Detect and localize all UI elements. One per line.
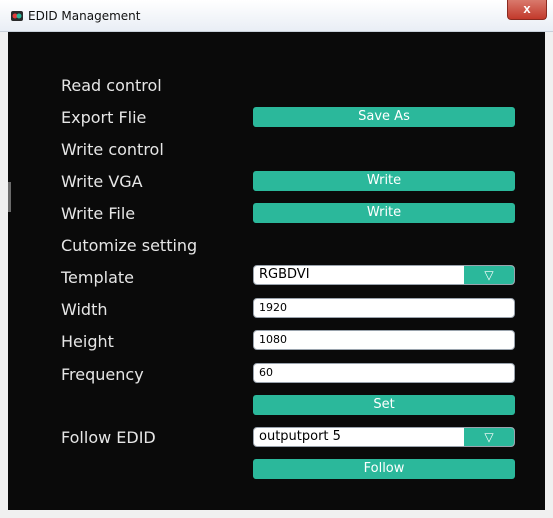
app-logo-icon: [11, 11, 23, 21]
read-control-heading: Read control: [61, 76, 162, 95]
export-file-label: Export Flie: [61, 108, 147, 127]
height-label: Height: [61, 332, 114, 351]
write-vga-label: Write VGA: [61, 172, 143, 191]
template-select[interactable]: RGBDVI ▽: [253, 265, 515, 285]
customize-setting-heading: Cutomize setting: [61, 236, 198, 255]
content-panel: Read control Export Flie Save As Write c…: [8, 32, 545, 492]
edid-management-window: EDID Management x Read control Export Fl…: [0, 0, 553, 518]
follow-button[interactable]: Follow: [253, 459, 515, 479]
save-as-button[interactable]: Save As: [253, 107, 515, 127]
chevron-down-icon[interactable]: ▽: [464, 266, 514, 284]
set-button[interactable]: Set: [253, 395, 515, 415]
frequency-label: Frequency: [61, 365, 144, 384]
title-bar[interactable]: EDID Management x: [0, 0, 553, 32]
write-file-button[interactable]: Write: [253, 203, 515, 223]
template-select-value: RGBDVI: [259, 267, 310, 282]
window-title: EDID Management: [28, 9, 141, 23]
scrollbar[interactable]: [8, 182, 11, 212]
content-panel-bottom: [8, 492, 545, 510]
follow-edid-label: Follow EDID: [61, 428, 156, 447]
write-vga-button[interactable]: Write: [253, 171, 515, 191]
height-input[interactable]: 1080: [253, 330, 515, 350]
follow-edid-select[interactable]: outputport 5 ▽: [253, 427, 515, 447]
write-file-label: Write File: [61, 204, 136, 223]
window-frame-left: [0, 32, 8, 510]
window-frame-right: [545, 32, 553, 510]
write-control-heading: Write control: [61, 140, 164, 159]
width-input[interactable]: 1920: [253, 298, 515, 318]
follow-edid-select-value: outputport 5: [259, 429, 341, 444]
template-label: Template: [61, 268, 135, 287]
width-label: Width: [61, 300, 108, 319]
chevron-down-icon[interactable]: ▽: [464, 428, 514, 446]
close-button[interactable]: x: [507, 0, 547, 20]
frequency-input[interactable]: 60: [253, 363, 515, 383]
